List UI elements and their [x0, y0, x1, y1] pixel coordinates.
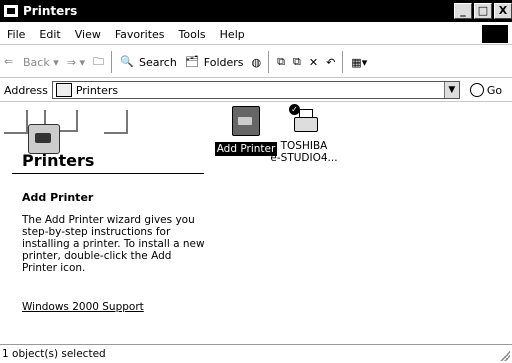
history-button[interactable]: ◍ [248, 51, 266, 73]
printer-body [294, 117, 318, 132]
menu-tools[interactable]: Tools [172, 28, 213, 41]
item-label: TOSHIBA e-STUDIO4... [268, 140, 340, 164]
menu-help[interactable]: Help [213, 28, 252, 41]
status-text: 1 object(s) selected [2, 348, 106, 360]
menu-file[interactable]: File [0, 28, 32, 41]
back-label: Back [23, 55, 50, 69]
banner-decoration [104, 110, 128, 134]
undo-button[interactable]: ↶ [322, 51, 339, 73]
views-button[interactable]: ▦ ▾ [347, 51, 371, 73]
menu-bar: File Edit View Favorites Tools Help [0, 24, 512, 45]
chevron-down-icon: ▾ [361, 55, 368, 69]
go-label: Go [486, 83, 503, 97]
move-to-icon: ⧉ [277, 55, 285, 68]
address-bar: Address Printers ▼ Go [0, 79, 512, 102]
views-icon: ▦ [351, 55, 362, 69]
search-icon: 🔍 [120, 55, 134, 68]
window-title: Printers [23, 4, 78, 18]
search-button[interactable]: 🔍 Search [116, 51, 181, 73]
divider [12, 173, 204, 174]
default-check-icon: ✓ [289, 104, 300, 115]
address-value: Printers [75, 83, 119, 97]
windows-support-link[interactable]: Windows 2000 Support [22, 301, 144, 313]
copy-to-button[interactable]: ⧉ [289, 51, 305, 73]
address-label: Address [4, 83, 48, 97]
toolbar-separator [342, 51, 345, 73]
toolbar-separator [268, 51, 271, 73]
address-dropdown-button[interactable]: ▼ [443, 82, 459, 98]
back-arrow-icon: ⇐ [4, 55, 14, 68]
info-pane: Printers Add Printer The Add Printer wiz… [0, 102, 210, 344]
undo-icon: ↶ [326, 55, 336, 69]
maximize-button[interactable]: □ [474, 3, 492, 19]
minimize-button[interactable]: _ [454, 3, 472, 19]
item-label-line1: TOSHIBA [280, 140, 328, 152]
file-list-view[interactable]: Add Printer ✓ TOSHIBA e-STUDIO4... [210, 102, 512, 344]
title-bar: Printers _ □ X [0, 0, 512, 22]
toshiba-printer-item[interactable]: ✓ TOSHIBA e-STUDIO4... [268, 104, 340, 164]
close-button[interactable]: X [494, 3, 512, 19]
history-icon: ◍ [251, 55, 262, 69]
chevron-down-icon: ▾ [75, 55, 85, 69]
copy-to-icon: ⧉ [293, 55, 301, 68]
window-controls: _ □ X [452, 3, 512, 19]
up-folder-button[interactable]: 🗀 [89, 51, 108, 73]
add-printer-icon [232, 106, 260, 136]
banner-decoration [4, 110, 28, 134]
standard-toolbar: ⇐ Back ▾ ⇒ ▾ 🗀 🔍 Search 🗂 Folders ◍ ⧉ ⧉ … [0, 47, 512, 78]
up-folder-icon: 🗀 [93, 54, 104, 68]
forward-button[interactable]: ⇒ ▾ [63, 51, 89, 73]
address-field[interactable]: Printers ▼ [51, 81, 460, 99]
menu-view[interactable]: View [68, 28, 108, 41]
printers-folder-large-icon [28, 124, 60, 154]
go-arrow-icon [469, 83, 484, 97]
toolbar-separator [111, 51, 113, 73]
go-button[interactable]: Go [469, 83, 503, 97]
printers-folder-icon [55, 83, 72, 97]
search-label: Search [139, 55, 177, 69]
chevron-down-icon: ▾ [49, 55, 59, 69]
pane-title: Printers [22, 151, 95, 170]
forward-arrow-icon: ⇒ [66, 55, 76, 69]
windows-logo-icon [482, 25, 508, 43]
menu-edit[interactable]: Edit [32, 28, 67, 41]
delete-button[interactable]: ✕ [305, 51, 322, 73]
folders-button[interactable]: 🗂 Folders [181, 51, 248, 73]
delete-icon: ✕ [308, 55, 319, 69]
item-label-line2: e-STUDIO4... [270, 152, 338, 164]
folders-label: Folders [203, 55, 244, 69]
folders-icon: 🗂 [184, 55, 199, 68]
resize-grip[interactable] [500, 351, 510, 361]
menu-favorites[interactable]: Favorites [108, 28, 172, 41]
printers-folder-icon [4, 5, 18, 17]
status-bar: 1 object(s) selected [0, 344, 512, 363]
section-title: Add Printer [22, 191, 94, 204]
back-button[interactable]: ⇐ Back ▾ [0, 51, 63, 73]
move-to-button[interactable]: ⧉ [273, 51, 289, 73]
default-printer-icon: ✓ [289, 104, 318, 134]
description-text: The Add Printer wizard gives you step-by… [22, 214, 205, 274]
